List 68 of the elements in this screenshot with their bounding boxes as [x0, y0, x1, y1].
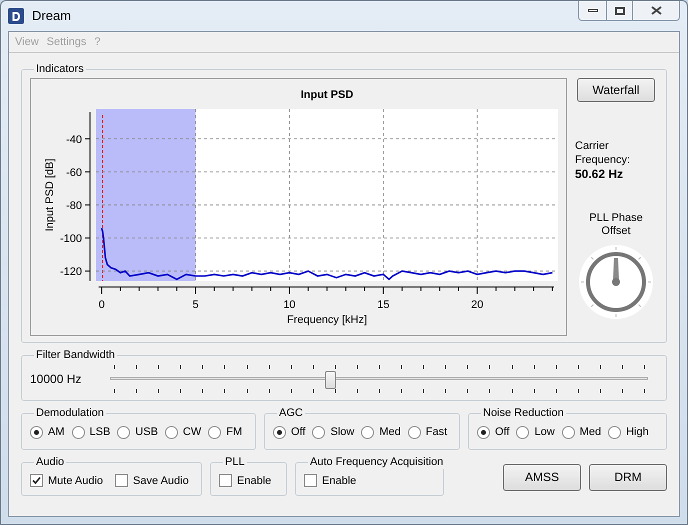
- pll-label: PLL Phase Offset: [588, 212, 644, 238]
- radio-button[interactable]: [72, 426, 84, 439]
- radio-option[interactable]: Off: [477, 424, 510, 440]
- y-axis-title: Input PSD [dB]: [44, 158, 56, 232]
- radio-button[interactable]: [117, 426, 130, 439]
- radio-button[interactable]: [562, 426, 575, 439]
- x-tick-label: 5: [192, 299, 199, 311]
- checkbox-option[interactable]: Save Audio: [115, 472, 189, 489]
- x-axis-title: Frequency [kHz]: [286, 314, 368, 326]
- bandwidth-reading: 10000 Hz: [30, 371, 82, 388]
- x-tick-label: 10: [283, 299, 296, 311]
- slider-thumb[interactable]: [325, 371, 336, 389]
- checkbox[interactable]: [219, 474, 232, 488]
- group-label: PLL: [224, 456, 246, 468]
- radio-button[interactable]: [408, 426, 421, 439]
- checkbox-option[interactable]: Enable: [304, 472, 356, 489]
- radio-button[interactable]: [312, 426, 326, 439]
- radio-button[interactable]: [477, 426, 490, 439]
- group-label: Audio: [35, 456, 66, 468]
- radio-button[interactable]: [608, 426, 622, 439]
- push-button[interactable]: Waterfall: [577, 78, 655, 102]
- radio-option[interactable]: Med: [361, 424, 401, 440]
- radio-button[interactable]: [30, 426, 43, 439]
- carrier-value: 50.62 Hz: [575, 167, 624, 181]
- radio-option[interactable]: Off: [273, 424, 306, 440]
- push-button[interactable]: DRM: [589, 464, 667, 490]
- group-label: Auto Frequency Acquisition: [309, 456, 444, 468]
- checkbox[interactable]: [304, 474, 317, 488]
- carrier-label: Carrier Frequency:: [575, 139, 632, 167]
- app-icon: [8, 8, 24, 24]
- x-tick-label: 15: [377, 299, 390, 311]
- radio-option[interactable]: USB: [117, 424, 158, 440]
- phase-dial-icon: [578, 244, 654, 320]
- y-tick-label: -60: [66, 166, 82, 179]
- radio-option[interactable]: High: [608, 424, 649, 440]
- radio-button[interactable]: [208, 426, 222, 439]
- y-tick-label: -100: [60, 233, 82, 245]
- radio-option[interactable]: FM: [208, 424, 242, 440]
- radio-option[interactable]: Slow: [312, 424, 354, 440]
- y-tick-label: -120: [60, 266, 82, 278]
- radio-button[interactable]: [516, 426, 530, 439]
- y-tick-label: -40: [66, 134, 82, 146]
- radio-button[interactable]: [164, 426, 178, 439]
- radio-option[interactable]: Med: [562, 424, 602, 440]
- checkbox[interactable]: [30, 474, 43, 488]
- x-tick-label: 0: [98, 299, 105, 311]
- check-icon: [32, 476, 41, 486]
- chart-title: Input PSD: [300, 89, 354, 101]
- y-tick-label: -80: [66, 200, 82, 212]
- radio-option[interactable]: AM: [30, 424, 64, 440]
- x-tick-label: 20: [471, 299, 484, 311]
- group-label: Demodulation: [35, 407, 105, 420]
- checkbox[interactable]: [115, 474, 128, 488]
- radio-option[interactable]: LSB: [72, 424, 110, 440]
- group-label: AGC: [278, 407, 304, 420]
- radio-button[interactable]: [273, 426, 286, 439]
- radio-option[interactable]: CW: [164, 424, 202, 440]
- group-label: Filter Bandwidth: [35, 349, 116, 362]
- push-button[interactable]: AMSS: [503, 464, 581, 490]
- checkbox-option[interactable]: Enable: [219, 472, 272, 489]
- checkbox-option[interactable]: Mute Audio: [30, 472, 104, 489]
- radio-button[interactable]: [361, 426, 374, 439]
- radio-option[interactable]: Low: [516, 424, 555, 440]
- group-label: Noise Reduction: [482, 407, 565, 420]
- window-title: Dream: [32, 7, 72, 26]
- radio-option[interactable]: Fast: [408, 424, 448, 440]
- group-label: Indicators: [35, 63, 85, 76]
- close-icon: [650, 6, 662, 15]
